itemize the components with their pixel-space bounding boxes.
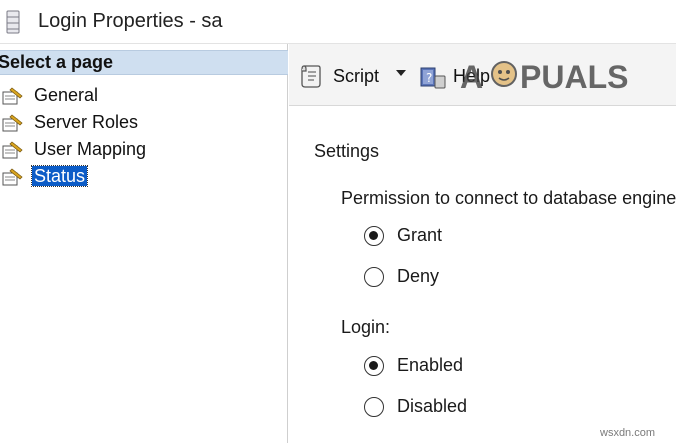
page-wrench-icon [2, 87, 23, 105]
radio-label: Disabled [397, 396, 468, 416]
select-page-header: Select a page [0, 50, 288, 75]
radio-circle [364, 267, 384, 287]
svg-text:A: A [460, 59, 483, 95]
radio-label: Enabled [397, 355, 464, 375]
radio-selected-dot [369, 361, 378, 370]
radio-label: Deny [397, 266, 440, 286]
script-label: Script [333, 66, 380, 86]
radio-label: Grant [397, 225, 443, 245]
window-title: Login Properties - sa [38, 10, 223, 32]
radio-circle [364, 356, 384, 376]
dropdown-arrow-icon[interactable] [395, 68, 407, 78]
sidebar-item-server-roles[interactable]: Server Roles [0, 111, 200, 135]
page-wrench-icon [2, 141, 23, 159]
sidebar-item-label: General [34, 85, 99, 105]
page-wrench-icon [2, 168, 23, 186]
sidebar-item-label: User Mapping [34, 139, 147, 159]
script-scroll-icon [301, 65, 321, 88]
appuals-watermark: A PUALS [460, 59, 628, 95]
database-icon [6, 10, 20, 34]
sidebar-item-status[interactable]: Status [0, 165, 200, 189]
radio-circle [364, 226, 384, 246]
select-page-label: Select a page [0, 52, 114, 72]
radio-selected-dot [369, 231, 378, 240]
svg-text:PUALS: PUALS [520, 59, 628, 95]
settings-panel: Settings Permission to connect to databa… [289, 107, 676, 443]
site-watermark-text: wsxdn.com [600, 427, 656, 439]
login-label: Login: [341, 317, 391, 337]
sidebar-item-label: Server Roles [34, 112, 139, 132]
settings-section-label: Settings [314, 141, 380, 161]
sidebar-item-user-mapping[interactable]: User Mapping [0, 138, 200, 162]
window-title-bar: Login Properties - sa [0, 0, 676, 44]
help-book-icon: ? [420, 67, 446, 89]
permission-label: Permission to connect to database engine [341, 188, 676, 208]
sidebar-item-label: Status [30, 165, 89, 187]
sidebar-item-general[interactable]: General [0, 84, 200, 108]
svg-text:?: ? [426, 71, 432, 85]
radio-circle [364, 397, 384, 417]
page-selector-pane: Select a page General Server Roles User … [0, 44, 288, 443]
page-wrench-icon [2, 114, 23, 132]
